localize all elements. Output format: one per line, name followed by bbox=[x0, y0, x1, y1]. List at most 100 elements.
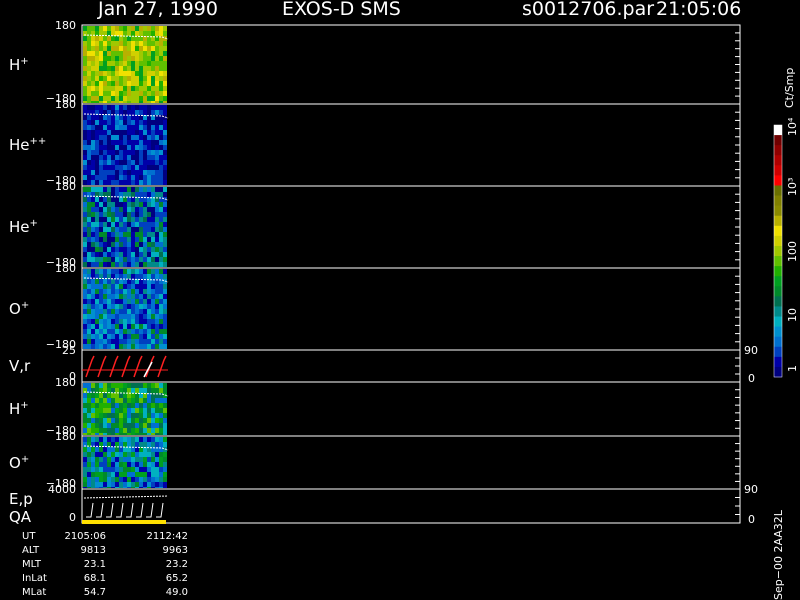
panel-hep bbox=[81, 185, 741, 269]
heatmap-cell bbox=[95, 289, 99, 294]
heatmap-cell bbox=[99, 452, 103, 457]
heatmap-cell bbox=[143, 482, 147, 487]
heatmap-cell bbox=[87, 477, 91, 482]
heatmap-cell bbox=[103, 36, 107, 41]
heatmap-cell bbox=[135, 155, 139, 160]
heatmap-cell bbox=[123, 101, 127, 103]
ephemeris-value-start: 23.1 bbox=[83, 559, 106, 570]
heatmap-cell bbox=[83, 180, 87, 185]
heatmap-cell bbox=[119, 294, 123, 299]
heatmap-cell bbox=[151, 418, 155, 423]
heatmap-cell bbox=[155, 51, 159, 56]
heatmap-cell bbox=[131, 105, 135, 110]
heatmap-cell bbox=[143, 232, 147, 237]
heatmap-cell bbox=[115, 41, 119, 46]
heatmap-cell bbox=[139, 110, 143, 115]
heatmap-cell bbox=[103, 437, 107, 442]
heatmap-cell bbox=[147, 319, 151, 324]
heatmap-cell bbox=[103, 165, 107, 170]
heatmap-cell bbox=[119, 120, 123, 125]
panel-frame bbox=[81, 185, 741, 269]
heatmap-cell bbox=[103, 46, 107, 51]
heatmap-cell bbox=[155, 91, 159, 96]
heatmap-cell bbox=[107, 187, 111, 192]
heatmap-cell bbox=[151, 242, 155, 247]
heatmap-cell bbox=[155, 81, 159, 86]
heatmap-cell bbox=[135, 383, 139, 388]
heatmap-cell bbox=[163, 46, 167, 51]
heatmap-cell bbox=[151, 165, 155, 170]
heatmap-cell bbox=[103, 477, 107, 482]
heatmap-cell bbox=[155, 61, 159, 66]
heatmap-cell bbox=[95, 242, 99, 247]
heatmap-cell bbox=[147, 428, 151, 433]
heatmap-cell bbox=[127, 413, 131, 418]
heatmap-cell bbox=[147, 403, 151, 408]
heatmap-cell bbox=[99, 398, 103, 403]
heatmap-cell bbox=[119, 51, 123, 56]
panel-label-o2: O+ bbox=[9, 454, 29, 472]
heatmap-cell bbox=[95, 232, 99, 237]
colorbar-swatch bbox=[774, 366, 782, 378]
colorbar-swatch bbox=[774, 276, 782, 287]
panel-h bbox=[81, 24, 741, 105]
heatmap-cell bbox=[99, 467, 103, 472]
heatmap-cell bbox=[99, 26, 103, 31]
heatmap-cell bbox=[91, 217, 95, 222]
heatmap-cell bbox=[103, 202, 107, 207]
heatmap-cell bbox=[103, 344, 107, 349]
heatmap-cell bbox=[83, 324, 87, 329]
heatmap-cell bbox=[131, 222, 135, 227]
heatmap-cell bbox=[127, 101, 131, 103]
heatmap-cell bbox=[107, 86, 111, 91]
heatmap-cell bbox=[135, 274, 139, 279]
heatmap-cell bbox=[87, 418, 91, 423]
heatmap-cell bbox=[83, 155, 87, 160]
heatmap-cell bbox=[155, 165, 159, 170]
heatmap-cell bbox=[87, 187, 91, 192]
heatmap-cell bbox=[107, 252, 111, 257]
heatmap-cell bbox=[159, 309, 163, 314]
heatmap-cell bbox=[143, 299, 147, 304]
heatmap-cell bbox=[135, 324, 139, 329]
ion-charge: + bbox=[20, 55, 29, 67]
heatmap-cell bbox=[99, 197, 103, 202]
heatmap-cell bbox=[119, 71, 123, 76]
colorbar-swatch bbox=[774, 195, 782, 207]
heatmap-cell bbox=[107, 457, 111, 462]
heatmap-cell bbox=[119, 212, 123, 217]
colorbar-swatch bbox=[774, 245, 782, 257]
heatmap-cell bbox=[151, 462, 155, 467]
heatmap-cell bbox=[83, 252, 87, 257]
heatmap-cell bbox=[143, 334, 147, 339]
heatmap-cell bbox=[159, 192, 163, 197]
heatmap-cell bbox=[99, 428, 103, 433]
heatmap-cell bbox=[135, 339, 139, 344]
heatmap-cell bbox=[131, 467, 135, 472]
ion-name: V,r bbox=[9, 357, 31, 375]
heatmap-cell bbox=[91, 197, 95, 202]
heatmap-cell bbox=[91, 115, 95, 120]
heatmap-cell bbox=[103, 41, 107, 46]
heatmap-cell bbox=[99, 418, 103, 423]
heatmap-cell bbox=[111, 175, 115, 180]
heatmap-cell bbox=[139, 165, 143, 170]
heatmap-cell bbox=[163, 56, 167, 61]
heatmap-cell bbox=[83, 46, 87, 51]
heatmap-cell bbox=[139, 457, 143, 462]
heatmap-cell bbox=[163, 180, 167, 185]
heatmap-cell bbox=[139, 329, 143, 334]
heatmap-cell bbox=[83, 41, 87, 46]
heatmap-cell bbox=[127, 31, 131, 36]
heatmap-cell bbox=[127, 81, 131, 86]
heatmap-cell bbox=[127, 462, 131, 467]
heatmap-cell bbox=[107, 262, 111, 267]
heatmap-cell bbox=[127, 120, 131, 125]
heatmap-cell bbox=[139, 344, 143, 349]
heatmap-cell bbox=[131, 81, 135, 86]
heatmap-cell bbox=[115, 232, 119, 237]
heatmap-cell bbox=[115, 383, 119, 388]
heatmap-cell bbox=[99, 170, 103, 175]
heatmap-cell bbox=[107, 140, 111, 145]
heatmap-cell bbox=[155, 403, 159, 408]
